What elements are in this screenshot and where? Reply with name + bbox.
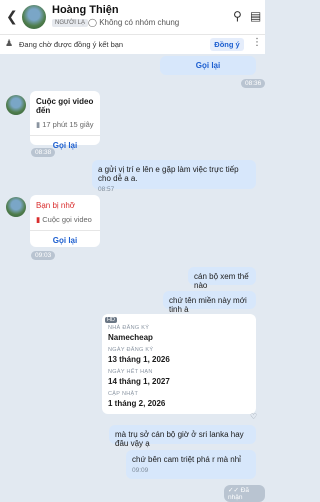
message-text: chứ tên miền này mới tinh à bbox=[169, 296, 247, 314]
missed-video-icon: ▮ bbox=[36, 215, 41, 224]
avatar[interactable] bbox=[22, 5, 46, 29]
back-arrow-icon[interactable]: ❮ bbox=[6, 8, 18, 25]
hd-tag: HD bbox=[105, 317, 117, 323]
expiry-value: 14 tháng 1, 2027 bbox=[108, 377, 170, 386]
message-bubble: chứ tên miền này mới tinh à bbox=[163, 291, 256, 314]
more-icon[interactable]: ⋮ bbox=[252, 37, 262, 48]
call-duration: ▮ 17 phút 15 giây bbox=[36, 120, 94, 129]
call-retry-bubble: Gọi lại bbox=[160, 56, 256, 75]
time-badge: 09:03 bbox=[31, 251, 56, 260]
message-text: cán bộ xem thế nào bbox=[194, 272, 249, 290]
retry-button[interactable]: Gọi lại bbox=[165, 61, 251, 70]
message-bubble: chứ bên cam triệt phá r mà nhỉ 09:09 bbox=[126, 450, 256, 479]
check-icon: ✓✓ bbox=[228, 487, 239, 494]
retry-button[interactable]: Gọi lại bbox=[36, 236, 94, 245]
registrar-value: Namecheap bbox=[108, 333, 153, 342]
updated-label: CẬP NHẬT bbox=[108, 391, 139, 397]
video-call-card: Cuộc gọi video đến ▮ 17 phút 15 giây Gọi… bbox=[30, 91, 100, 150]
time-badge: 08:36 bbox=[241, 79, 266, 88]
time-badge: 08:38 bbox=[31, 148, 56, 157]
add-user-icon: ♟ bbox=[5, 38, 14, 48]
message-bubble: mà trụ sở cán bộ giờ ở sri lanka hay đâu… bbox=[109, 425, 256, 448]
like-icon[interactable]: ♡ bbox=[250, 412, 257, 421]
stranger-badge: NGƯỜI LẠ bbox=[52, 19, 88, 27]
expiry-label: NGÀY HẾT HẠN bbox=[108, 369, 153, 375]
divider bbox=[30, 230, 100, 231]
received-status: ✓✓ Đã nhận bbox=[224, 485, 265, 502]
message-time: 08:57 bbox=[98, 186, 115, 193]
message-bubble: a gửi vị trí e lên e gặp làm việc trực t… bbox=[92, 160, 256, 193]
missed-call-title: Bạn bị nhỡ bbox=[36, 201, 76, 210]
message-text: a gửi vị trí e lên e gặp làm việc trực t… bbox=[98, 165, 239, 183]
avatar[interactable] bbox=[6, 95, 26, 115]
friend-request-banner: ♟ Đang chờ được đồng ý kết bạn Đồng ý ⋮ bbox=[0, 34, 265, 54]
message-time: 09:09 bbox=[132, 467, 149, 474]
message-text: mà trụ sở cán bộ giờ ở sri lanka hay đâu… bbox=[115, 430, 244, 448]
menu-icon[interactable]: ▤ bbox=[250, 9, 261, 23]
registrar-label: NHÀ ĐĂNG KÝ bbox=[108, 325, 150, 331]
registered-value: 13 tháng 1, 2026 bbox=[108, 355, 170, 364]
updated-value: 1 tháng 2, 2026 bbox=[108, 399, 166, 408]
domain-info-card[interactable]: HD NHÀ ĐĂNG KÝ Namecheap NGÀY ĐĂNG KÝ 13… bbox=[102, 314, 256, 414]
group-icon: ◯ bbox=[88, 18, 97, 27]
contact-name[interactable]: Hoàng Thiện bbox=[52, 4, 119, 16]
accept-button[interactable]: Đồng ý bbox=[210, 38, 244, 51]
message-text: chứ bên cam triệt phá r mà nhỉ bbox=[132, 455, 241, 464]
avatar[interactable] bbox=[6, 197, 26, 217]
divider bbox=[30, 135, 100, 136]
call-type: ▮ Cuộc gọi video bbox=[36, 215, 92, 224]
search-icon[interactable]: ⚲ bbox=[233, 9, 242, 23]
pending-text: Đang chờ được đồng ý kết bạn bbox=[19, 40, 124, 49]
chat-header: ❮ Hoàng Thiện NGƯỜI LẠ ◯ Không có nhóm c… bbox=[0, 0, 265, 34]
call-title: Cuộc gọi video đến bbox=[36, 97, 94, 115]
no-common-group[interactable]: ◯ Không có nhóm chung bbox=[88, 18, 179, 27]
missed-call-card: Bạn bị nhỡ ▮ Cuộc gọi video Gọi lại bbox=[30, 195, 100, 247]
message-bubble: cán bộ xem thế nào bbox=[188, 267, 256, 290]
video-camera-icon: ▮ bbox=[36, 120, 41, 129]
registered-label: NGÀY ĐĂNG KÝ bbox=[108, 347, 154, 353]
